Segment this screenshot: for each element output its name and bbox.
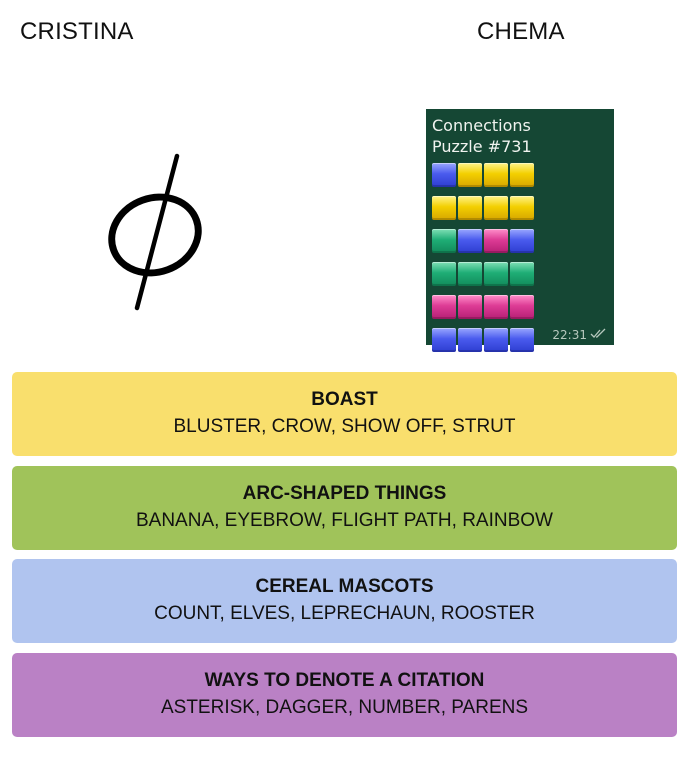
- tile-purple: [484, 229, 508, 253]
- tile-blue: [432, 328, 456, 352]
- tile-yellow: [510, 196, 534, 220]
- phi-glyph-drawing: [108, 153, 202, 311]
- chat-message-card: Connections Puzzle #731 22:31: [426, 109, 614, 352]
- chat-time: 22:31: [552, 328, 587, 342]
- group-boast: BOAST BLUSTER, CROW, SHOW OFF, STRUT: [12, 372, 677, 456]
- tile-blue: [510, 229, 534, 253]
- tile-blue: [432, 163, 456, 187]
- player-name-left: CRISTINA: [20, 18, 134, 45]
- tile-blue: [510, 328, 534, 352]
- chat-meta: 22:31: [552, 328, 607, 342]
- tile-yellow: [484, 196, 508, 220]
- tile-yellow: [432, 196, 456, 220]
- tile-purple: [484, 295, 508, 319]
- chat-line-puzzle: Puzzle #731: [432, 137, 532, 156]
- tile-yellow: [458, 196, 482, 220]
- tile-purple: [432, 295, 456, 319]
- group-title: WAYS TO DENOTE A CITATION: [204, 670, 485, 691]
- group-ways-to-denote-a-citation: WAYS TO DENOTE A CITATION ASTERISK, DAGG…: [12, 653, 677, 737]
- tile-blue: [484, 328, 508, 352]
- tile-blue: [458, 328, 482, 352]
- group-cereal-mascots: CEREAL MASCOTS COUNT, ELVES, LEPRECHAUN,…: [12, 559, 677, 643]
- tile-green: [432, 229, 456, 253]
- group-arc-shaped-things: ARC-SHAPED THINGS BANANA, EYEBROW, FLIGH…: [12, 466, 677, 550]
- tile-blue: [458, 229, 482, 253]
- tile-purple: [510, 295, 534, 319]
- group-words: ASTERISK, DAGGER, NUMBER, PARENS: [160, 697, 529, 718]
- tile-green: [432, 262, 456, 286]
- group-words: BANANA, EYEBROW, FLIGHT PATH, RAINBOW: [135, 510, 553, 531]
- group-title: CEREAL MASCOTS: [255, 576, 434, 597]
- tile-yellow: [484, 163, 508, 187]
- group-words: COUNT, ELVES, LEPRECHAUN, ROOSTER: [154, 603, 535, 624]
- tile-yellow: [458, 163, 482, 187]
- result-tile-grid: [432, 163, 614, 352]
- tile-yellow: [510, 163, 534, 187]
- group-words: BLUSTER, CROW, SHOW OFF, STRUT: [173, 416, 516, 437]
- group-title: ARC-SHAPED THINGS: [242, 483, 447, 504]
- tile-purple: [458, 295, 482, 319]
- group-title: BOAST: [311, 389, 378, 410]
- phi-symbol: [100, 150, 210, 315]
- tile-green: [458, 262, 482, 286]
- tile-green: [510, 262, 534, 286]
- double-check-icon: [590, 328, 607, 342]
- tile-green: [484, 262, 508, 286]
- chat-line-title: Connections: [432, 116, 531, 135]
- player-name-right: CHEMA: [477, 18, 565, 45]
